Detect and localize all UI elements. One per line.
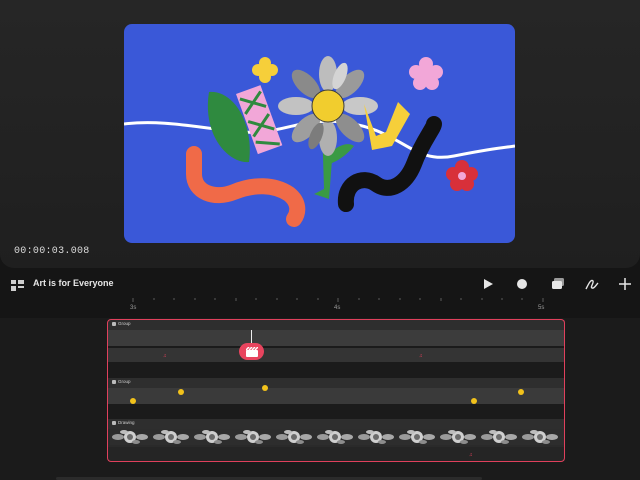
- track-toggle-icon[interactable]: [112, 379, 116, 384]
- add-icon[interactable]: [617, 276, 633, 292]
- track-name: Drawing: [118, 420, 135, 425]
- play-icon[interactable]: [480, 276, 496, 292]
- track-audio-row-1: [108, 348, 565, 362]
- keyframe-marker[interactable]: [262, 385, 268, 391]
- ruler-label-3s: 3s: [130, 305, 137, 311]
- layers-icon[interactable]: [11, 278, 24, 291]
- track-header: [108, 378, 565, 388]
- timecode-readout: 00:00:03.008: [14, 246, 90, 257]
- draw-icon[interactable]: [584, 276, 600, 292]
- keyframe-marker[interactable]: [471, 398, 477, 404]
- track-label: Drawing: [112, 420, 135, 425]
- track-body: [108, 388, 565, 404]
- audio-marker-icon[interactable]: ♫: [469, 452, 473, 458]
- ruler-label-5s: 5s: [538, 305, 545, 311]
- playhead-handle[interactable]: [239, 343, 264, 360]
- record-icon[interactable]: [514, 276, 530, 292]
- track-label: Group: [112, 321, 131, 326]
- track-toggle-icon[interactable]: [112, 420, 116, 425]
- track-body: [108, 330, 565, 346]
- track-name: Group: [118, 321, 131, 326]
- keyframe-marker[interactable]: [130, 398, 136, 404]
- track-name: Group: [118, 379, 131, 384]
- stack-icon[interactable]: [550, 276, 566, 292]
- ruler-label-4s: 4s: [334, 305, 341, 311]
- playhead-line: [251, 330, 252, 344]
- keyframe-marker[interactable]: [518, 389, 524, 395]
- track-header: [108, 320, 565, 330]
- artwork-illustration: [124, 56, 515, 227]
- keyframe-marker[interactable]: [178, 389, 184, 395]
- track-header: [108, 419, 565, 429]
- audio-marker-icon[interactable]: ♫: [163, 353, 167, 359]
- track-group-1[interactable]: Group: [108, 320, 565, 346]
- project-title: Art is for Everyone: [33, 278, 114, 288]
- track-group-2[interactable]: Group: [108, 378, 565, 404]
- artwork-canvas[interactable]: [124, 24, 515, 243]
- track-toggle-icon[interactable]: [112, 321, 116, 326]
- clapper-icon: [245, 346, 258, 357]
- track-label: Group: [112, 379, 131, 384]
- audio-marker-icon[interactable]: ♫: [419, 353, 423, 359]
- drawing-thumbnails[interactable]: [110, 429, 564, 445]
- track-audio-row-3: [108, 447, 565, 461]
